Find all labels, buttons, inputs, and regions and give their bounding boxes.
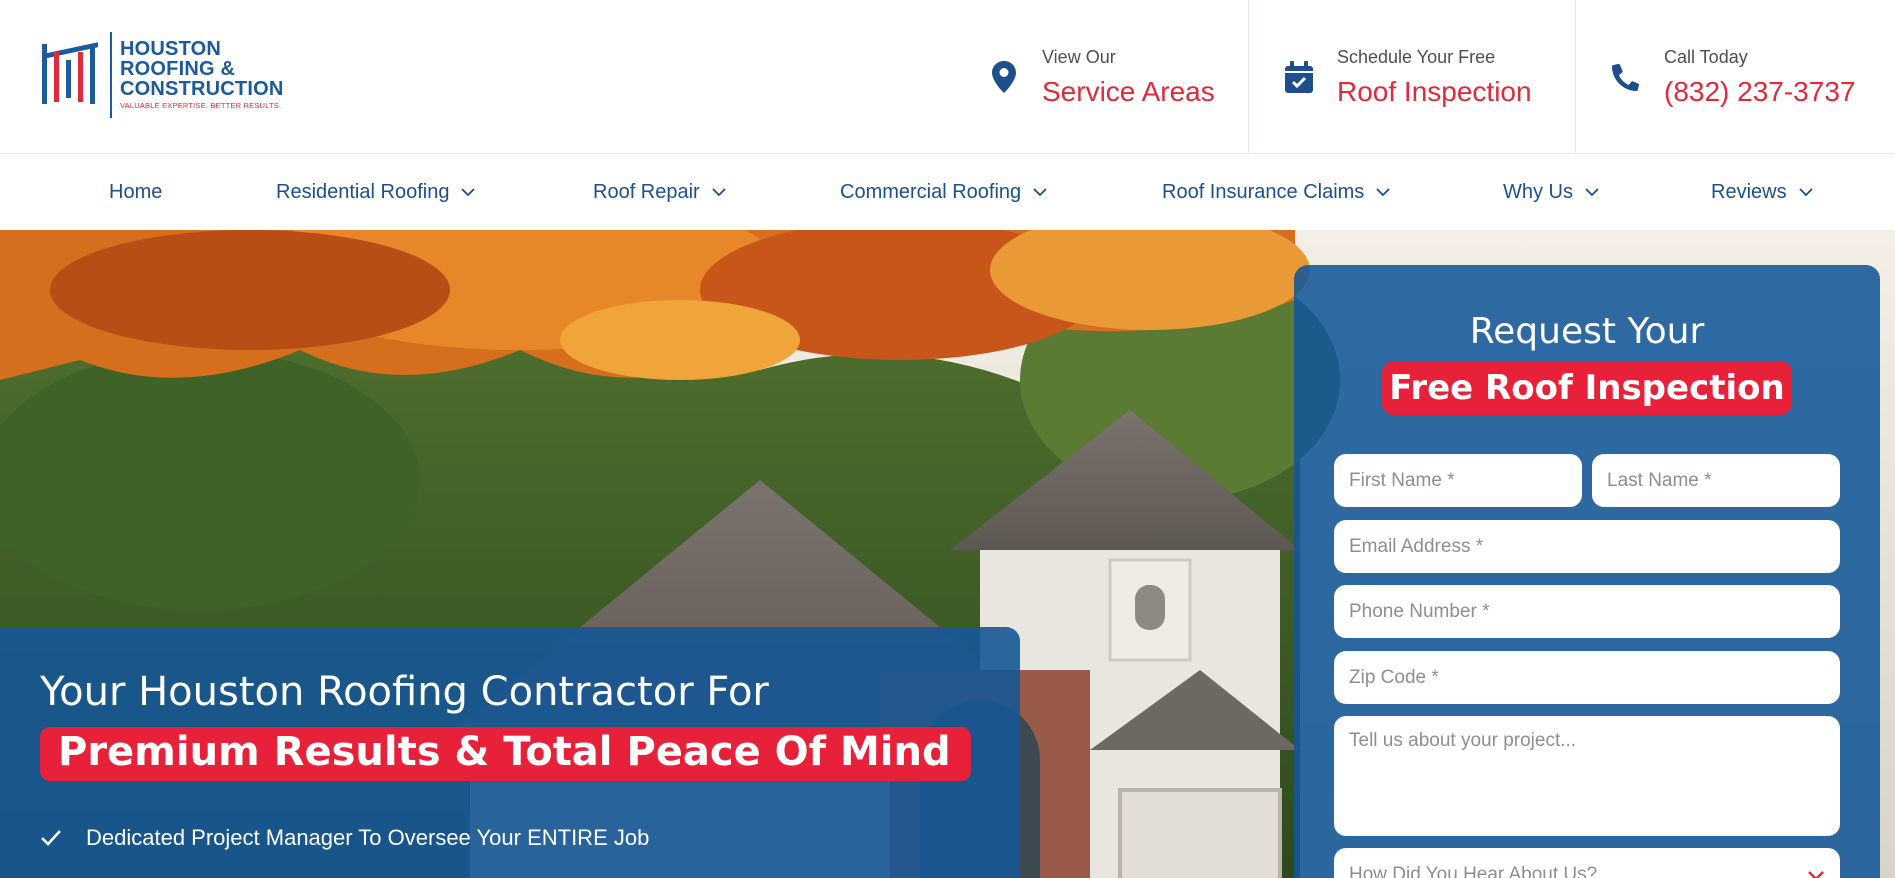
check-icon [41, 830, 61, 846]
nav-label: Roof Insurance Claims [1162, 180, 1365, 203]
logo-line-3: CONSTRUCTION [120, 77, 284, 100]
nav-label: Home [109, 180, 163, 203]
hero-title: Your Houston Roofing Contractor For [40, 669, 769, 715]
phone-icon [1612, 61, 1640, 93]
nav-item-reviews[interactable]: Reviews [1711, 154, 1813, 230]
phone-field[interactable] [1334, 585, 1840, 638]
form-title: Request Your [1469, 311, 1705, 352]
logo-line-1: HOUSTON [120, 37, 222, 60]
chevron-down-icon [712, 188, 726, 197]
chevron-down-icon [1033, 188, 1047, 197]
inspection-caption: Schedule Your Free [1337, 46, 1496, 67]
last-name-field[interactable] [1592, 454, 1840, 507]
service-areas-link[interactable]: View Our Service Areas [990, 0, 1215, 154]
main-nav: Home Residential Roofing Roof Repair Com… [0, 154, 1895, 230]
hero-section: Your Houston Roofing Contractor For Prem… [0, 230, 1895, 878]
zip-code-field[interactable] [1334, 651, 1840, 704]
schedule-inspection-link[interactable]: Schedule Your Free Roof Inspection [1285, 0, 1532, 154]
nav-item-roof-repair[interactable]: Roof Repair [593, 154, 726, 230]
nav-item-commercial-roofing[interactable]: Commercial Roofing [840, 154, 1047, 230]
nav-label: Reviews [1711, 180, 1787, 203]
logo-text: HOUSTON ROOFING & CONSTRUCTION VALUABLE … [120, 39, 284, 110]
call-phone-link[interactable]: Call Today (832) 237-3737 [1612, 0, 1855, 154]
logo-mark-icon [40, 30, 112, 118]
map-pin-icon [990, 61, 1018, 93]
referral-source-select[interactable]: How Did You Hear About Us? [1334, 848, 1840, 878]
first-name-field[interactable] [1334, 454, 1582, 507]
inspection-label: Roof Inspection [1337, 75, 1532, 107]
service-areas-label: Service Areas [1042, 75, 1215, 107]
nav-item-roof-insurance-claims[interactable]: Roof Insurance Claims [1162, 154, 1390, 230]
nav-label: Residential Roofing [276, 180, 450, 203]
call-caption: Call Today [1664, 46, 1748, 67]
company-logo[interactable]: HOUSTON ROOFING & CONSTRUCTION VALUABLE … [40, 28, 290, 120]
chevron-down-icon [1376, 188, 1390, 197]
header-divider [1575, 0, 1576, 154]
chevron-down-icon [1798, 188, 1813, 197]
inspection-request-form: Request Your Free Roof Inspection How Di… [1294, 265, 1880, 878]
logo-tagline: VALUABLE EXPERTISE. BETTER RESULTS. [120, 100, 282, 110]
nav-label: Commercial Roofing [840, 180, 1022, 203]
hero-bullet: Dedicated Project Manager To Oversee You… [40, 825, 649, 851]
nav-label: Roof Repair [593, 180, 700, 203]
nav-item-home[interactable]: Home [109, 154, 162, 230]
header-divider [1248, 0, 1249, 154]
project-message-field[interactable] [1334, 716, 1840, 836]
email-field[interactable] [1334, 520, 1840, 573]
chevron-down-icon [461, 188, 476, 197]
hero-title-highlight: Premium Results & Total Peace Of Mind [40, 727, 971, 781]
hero-headline-panel: Your Houston Roofing Contractor For Prem… [0, 627, 1020, 878]
referral-source-placeholder: How Did You Hear About Us? [1349, 863, 1598, 878]
hero-bullet-text: Dedicated Project Manager To Oversee You… [86, 825, 650, 850]
nav-label: Why Us [1503, 180, 1573, 203]
nav-item-why-us[interactable]: Why Us [1503, 154, 1599, 230]
chevron-down-icon [1808, 870, 1824, 878]
chevron-down-icon [1585, 188, 1599, 197]
service-areas-caption: View Our [1042, 46, 1116, 67]
nav-item-residential-roofing[interactable]: Residential Roofing [276, 154, 476, 230]
site-header: HOUSTON ROOFING & CONSTRUCTION VALUABLE … [0, 0, 1895, 154]
phone-number: (832) 237-3737 [1664, 75, 1856, 107]
form-title-highlight: Free Roof Inspection [1382, 361, 1792, 415]
logo-line-2: ROOFING & [120, 57, 236, 80]
calendar-check-icon [1285, 61, 1313, 93]
